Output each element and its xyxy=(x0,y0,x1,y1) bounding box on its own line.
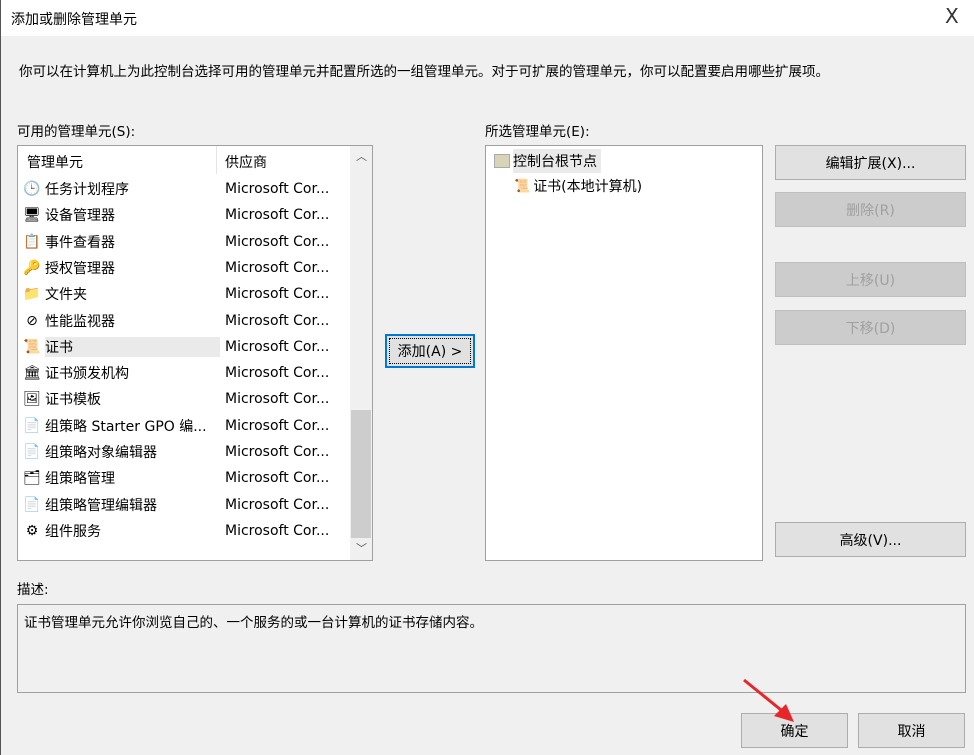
list-item[interactable]: ⊘ 性能监视器 Microsoft Cor... xyxy=(22,308,352,334)
list-item[interactable]: 📋 事件查看器 Microsoft Cor... xyxy=(22,229,352,255)
remove-button[interactable]: 删除(R) xyxy=(775,192,966,227)
snapin-icon: 📋 xyxy=(23,233,41,250)
list-item[interactable]: 🖼 证书模板 Microsoft Cor... xyxy=(22,386,352,412)
snapin-icon: 📄 xyxy=(23,496,41,513)
certificate-icon: 📜 xyxy=(514,178,531,194)
snapin-vendor: Microsoft Cor... xyxy=(225,470,330,487)
list-item[interactable]: 📜 证书 Microsoft Cor... xyxy=(22,334,352,360)
scroll-up-icon[interactable]: ︿ xyxy=(356,148,367,164)
selected-label: 所选管理单元(E): xyxy=(485,124,590,140)
snapin-icon: 📜 xyxy=(23,338,41,355)
snapin-icon: 🕒 xyxy=(23,181,41,197)
snapin-name: 证书模板 xyxy=(45,392,101,409)
snapin-name: 性能监视器 xyxy=(45,313,115,330)
snapin-name: 组策略 Starter GPO 编... xyxy=(45,418,207,435)
column-header-snapin[interactable]: 管理单元 xyxy=(27,152,83,172)
folder-icon xyxy=(494,154,510,168)
title-bar xyxy=(1,0,974,36)
snapin-icon: ⊘ xyxy=(26,312,38,329)
snapin-icon: 🖥 xyxy=(23,207,41,224)
snapin-name: 任务计划程序 xyxy=(45,182,129,198)
snapin-name: 文件夹 xyxy=(45,287,87,304)
advanced-button[interactable]: 高级(V)... xyxy=(775,522,966,557)
list-item[interactable]: 🖥 设备管理器 Microsoft Cor... xyxy=(22,202,352,228)
snapin-icon: 🗂 xyxy=(23,470,41,487)
snapin-vendor: Microsoft Cor... xyxy=(225,181,330,197)
scrollbar[interactable]: ︿ ﹀ xyxy=(350,146,372,560)
snapin-icon: 🖼 xyxy=(23,391,41,408)
snapin-name: 授权管理器 xyxy=(45,260,115,277)
list-item[interactable]: 📄 组策略 Starter GPO 编... Microsoft Cor... xyxy=(22,413,352,439)
list-item[interactable]: 🗂 组策略管理 Microsoft Cor... xyxy=(22,465,352,491)
snapin-icon: 🏛 xyxy=(23,365,41,382)
available-label: 可用的管理单元(S): xyxy=(17,124,136,140)
edit-extensions-button[interactable]: 编辑扩展(X)... xyxy=(775,145,966,180)
scrollbar-thumb[interactable] xyxy=(351,410,371,538)
snapin-vendor: Microsoft Cor... xyxy=(225,338,330,355)
snapin-icon: 📄 xyxy=(23,444,41,460)
snapin-vendor: Microsoft Cor... xyxy=(225,522,330,539)
description-label: 描述: xyxy=(17,582,49,598)
cancel-button[interactable]: 取消 xyxy=(858,713,965,748)
snapin-name: 证书颁发机构 xyxy=(45,366,129,383)
snapin-name: 组策略管理编辑器 xyxy=(45,497,157,514)
move-down-button[interactable]: 下移(D) xyxy=(775,310,966,345)
snapin-name: 证书 xyxy=(45,336,220,357)
available-list[interactable]: 管理单元 供应商 🕒 任务计划程序 Microsoft Cor... 🖥 设备管理器 Mi… xyxy=(17,145,373,561)
list-item[interactable]: 🏛 证书颁发机构 Microsoft Cor... xyxy=(22,360,352,386)
list-item[interactable]: 🕒 任务计划程序 Microsoft Cor... xyxy=(22,176,352,202)
snapin-vendor: Microsoft Cor... xyxy=(225,259,330,276)
snapin-name: 设备管理器 xyxy=(45,208,115,225)
window-title: 添加或删除管理单元 xyxy=(11,12,137,28)
snapin-vendor: Microsoft Cor... xyxy=(225,417,330,434)
list-header: 管理单元 供应商 xyxy=(18,146,350,174)
selected-tree[interactable]: 控制台根节点 📜 证书(本地计算机) xyxy=(485,145,763,561)
snapin-name: 组策略对象编辑器 xyxy=(45,445,157,461)
snapin-vendor: Microsoft Cor... xyxy=(225,444,330,460)
column-header-vendor[interactable]: 供应商 xyxy=(225,152,267,172)
list-item[interactable]: 📄 组策略对象编辑器 Microsoft Cor... xyxy=(22,439,352,465)
add-button[interactable]: 添加(A) > xyxy=(385,334,475,368)
snapin-icon: 🔑 xyxy=(23,259,41,276)
snapin-vendor: Microsoft Cor... xyxy=(225,391,330,408)
list-item[interactable]: 📁 文件夹 Microsoft Cor... xyxy=(22,281,352,307)
close-button[interactable]: X xyxy=(945,4,959,28)
snapin-vendor: Microsoft Cor... xyxy=(225,233,330,250)
snapin-name: 事件查看器 xyxy=(45,234,115,251)
snapin-name: 组策略管理 xyxy=(45,471,115,488)
snapin-vendor: Microsoft Cor... xyxy=(225,312,330,329)
snapin-vendor: Microsoft Cor... xyxy=(225,207,330,224)
tree-node-certificates[interactable]: 📜 证书(本地计算机) xyxy=(514,176,642,196)
annotation-arrow-icon xyxy=(743,678,794,722)
move-up-button[interactable]: 上移(U) xyxy=(775,262,966,297)
snapin-vendor: Microsoft Cor... xyxy=(225,496,330,513)
snapin-name: 组件服务 xyxy=(45,523,101,540)
snapin-icon: 📄 xyxy=(23,417,41,434)
snapin-icon: ⚙ xyxy=(25,522,39,539)
snapin-vendor: Microsoft Cor... xyxy=(225,365,330,382)
intro-text: 你可以在计算机上为此控制台选择可用的管理单元并配置所选的一组管理单元。对于可扩展… xyxy=(19,64,829,80)
list-item[interactable]: 🔑 授权管理器 Microsoft Cor... xyxy=(22,255,352,281)
list-item[interactable]: ⚙ 组件服务 Microsoft Cor... xyxy=(22,518,352,544)
description-box: 证书管理单元允许你浏览自己的、一个服务的或一台计算机的证书存储内容。 xyxy=(17,604,966,693)
tree-node-root[interactable]: 控制台根节点 xyxy=(494,149,601,173)
snapin-icon: 📁 xyxy=(23,286,41,303)
scroll-down-icon[interactable]: ﹀ xyxy=(356,540,367,556)
snapin-vendor: Microsoft Cor... xyxy=(225,286,330,303)
list-item[interactable]: 📄 组策略管理编辑器 Microsoft Cor... xyxy=(22,492,352,518)
